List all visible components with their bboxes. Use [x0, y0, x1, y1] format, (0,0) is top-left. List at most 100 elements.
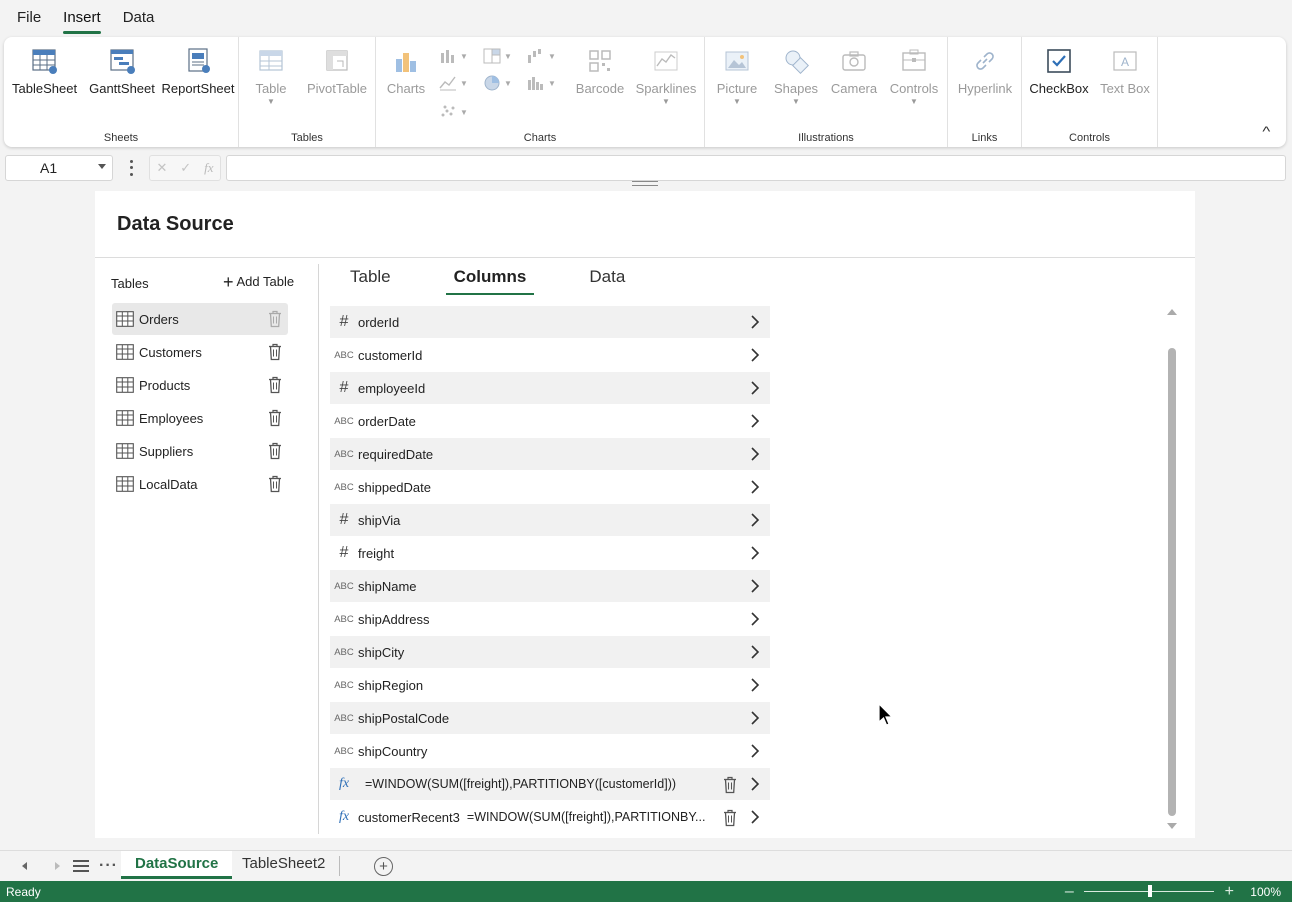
tablesheet-button[interactable]: TableSheet: [12, 45, 77, 96]
column-row[interactable]: ABC shipPostalCode: [330, 702, 770, 734]
delete-icon[interactable]: [723, 776, 737, 797]
camera-button[interactable]: Camera: [829, 45, 879, 96]
chevron-right-icon[interactable]: [748, 710, 762, 726]
controls-menu-button[interactable]: Controls ▼: [887, 45, 941, 106]
chevron-right-icon[interactable]: [748, 743, 762, 759]
table-list-item[interactable]: Suppliers: [112, 435, 288, 467]
chevron-right-icon[interactable]: [748, 446, 762, 462]
more-options-icon[interactable]: [126, 158, 136, 178]
pie-chart-button[interactable]: ▼: [482, 74, 512, 92]
chevron-right-icon[interactable]: [748, 380, 762, 396]
chevron-right-icon[interactable]: [748, 545, 762, 561]
table-button[interactable]: Table ▼: [247, 45, 295, 106]
formula-input[interactable]: [226, 155, 1286, 181]
zoom-slider[interactable]: [1084, 885, 1215, 897]
add-table-button[interactable]: + Add Table: [223, 273, 294, 291]
line-chart-button[interactable]: ▼: [438, 74, 468, 92]
checkbox-button[interactable]: CheckBox: [1028, 45, 1090, 96]
waterfall-chart-button[interactable]: ▼: [526, 47, 556, 65]
menu-insert[interactable]: Insert: [52, 2, 112, 34]
chevron-right-icon[interactable]: [748, 347, 762, 363]
scroll-down-arrow[interactable]: [1167, 823, 1177, 829]
delete-icon[interactable]: [268, 343, 282, 364]
next-sheet-icon[interactable]: [52, 851, 62, 881]
column-row[interactable]: ABC shipAddress: [330, 603, 770, 635]
hierarchy-chart-button[interactable]: ▼: [482, 47, 512, 65]
all-sheets-icon[interactable]: [72, 851, 90, 881]
textbox-button[interactable]: A Text Box: [1094, 45, 1156, 96]
column-row[interactable]: fx customerRecent3 =WINDOW(SUM([freight]),…: [330, 801, 770, 833]
column-row[interactable]: ABC customerId: [330, 339, 770, 371]
delete-icon[interactable]: [268, 409, 282, 430]
add-sheet-icon[interactable]: +: [374, 857, 393, 876]
table-list-item[interactable]: Orders: [112, 303, 288, 335]
chevron-right-icon[interactable]: [748, 578, 762, 594]
chevron-right-icon[interactable]: [748, 776, 762, 792]
column-row[interactable]: # employeeId: [330, 372, 770, 404]
reportsheet-button[interactable]: ReportSheet: [160, 45, 236, 96]
insert-function-icon[interactable]: fx: [204, 160, 213, 176]
chevron-right-icon[interactable]: [748, 413, 762, 429]
scatter-chart-button[interactable]: ▼: [438, 103, 468, 121]
barcode-button[interactable]: Barcode: [570, 45, 630, 96]
delete-icon[interactable]: [268, 310, 282, 331]
column-row[interactable]: # shipVia: [330, 504, 770, 536]
ganttsheet-button[interactable]: GanttSheet: [87, 45, 157, 96]
column-row[interactable]: # orderId: [330, 306, 770, 338]
resize-handle[interactable]: [632, 181, 658, 186]
delete-icon[interactable]: [268, 475, 282, 496]
delete-icon[interactable]: [723, 809, 737, 830]
column-chart-button[interactable]: ▼: [438, 47, 468, 65]
hyperlink-button[interactable]: Hyperlink: [952, 45, 1018, 96]
column-row[interactable]: ABC shipCity: [330, 636, 770, 668]
table-icon: [116, 311, 134, 327]
charts-button[interactable]: Charts: [382, 45, 430, 96]
zoom-slider-thumb[interactable]: [1148, 885, 1153, 897]
chevron-right-icon[interactable]: [748, 809, 762, 825]
menu-file[interactable]: File: [6, 2, 52, 34]
tab-columns[interactable]: Columns: [445, 267, 535, 295]
delete-icon[interactable]: [268, 442, 282, 463]
zoom-out-icon[interactable]: –: [1062, 883, 1076, 901]
delete-icon[interactable]: [268, 376, 282, 397]
zoom-in-icon[interactable]: +: [1222, 883, 1236, 901]
scroll-up-arrow[interactable]: [1167, 309, 1177, 315]
confirm-icon[interactable]: ✓: [180, 160, 191, 176]
chevron-up-icon[interactable]: ^: [1263, 123, 1271, 139]
statistic-chart-button[interactable]: ▼: [526, 74, 556, 92]
shapes-button[interactable]: Shapes ▼: [771, 45, 821, 106]
column-row[interactable]: # freight: [330, 537, 770, 569]
column-row[interactable]: ABC requiredDate: [330, 438, 770, 470]
picture-button[interactable]: Picture ▼: [713, 45, 761, 106]
chevron-right-icon[interactable]: [748, 677, 762, 693]
table-list-item[interactable]: Customers: [112, 336, 288, 368]
table-list-item[interactable]: Products: [112, 369, 288, 401]
picture-icon: [721, 45, 753, 77]
chevron-right-icon[interactable]: [748, 644, 762, 660]
sparklines-button[interactable]: Sparklines ▼: [632, 45, 700, 106]
column-row[interactable]: ABC shipName: [330, 570, 770, 602]
chevron-right-icon[interactable]: [748, 479, 762, 495]
sheet-tab-datasource[interactable]: DataSource: [121, 851, 233, 879]
column-row[interactable]: ABC orderDate: [330, 405, 770, 437]
vertical-scrollbar-thumb[interactable]: [1168, 348, 1176, 816]
chevron-right-icon[interactable]: [748, 512, 762, 528]
table-list-item[interactable]: LocalData: [112, 468, 288, 500]
tab-data[interactable]: Data: [581, 267, 633, 293]
name-box[interactable]: A1: [5, 155, 113, 181]
more-sheets-icon[interactable]: ···: [99, 851, 118, 881]
cancel-icon[interactable]: ✕: [156, 160, 167, 176]
menu-data[interactable]: Data: [112, 2, 166, 34]
chevron-right-icon[interactable]: [748, 314, 762, 330]
column-row[interactable]: ABC shipCountry: [330, 735, 770, 767]
chevron-right-icon[interactable]: [748, 611, 762, 627]
sheet-tab-tablesheet2[interactable]: TableSheet2: [228, 851, 339, 879]
column-row[interactable]: ABC shippedDate: [330, 471, 770, 503]
prev-sheet-icon[interactable]: [20, 851, 30, 881]
tab-table[interactable]: Table: [335, 267, 399, 293]
ribbon-group-label: Illustrations: [798, 132, 854, 144]
column-row[interactable]: fx =WINDOW(SUM([freight]),PARTITIONBY([cu…: [330, 768, 770, 800]
column-row[interactable]: ABC shipRegion: [330, 669, 770, 701]
pivottable-button[interactable]: PivotTable: [303, 45, 371, 96]
table-list-item[interactable]: Employees: [112, 402, 288, 434]
